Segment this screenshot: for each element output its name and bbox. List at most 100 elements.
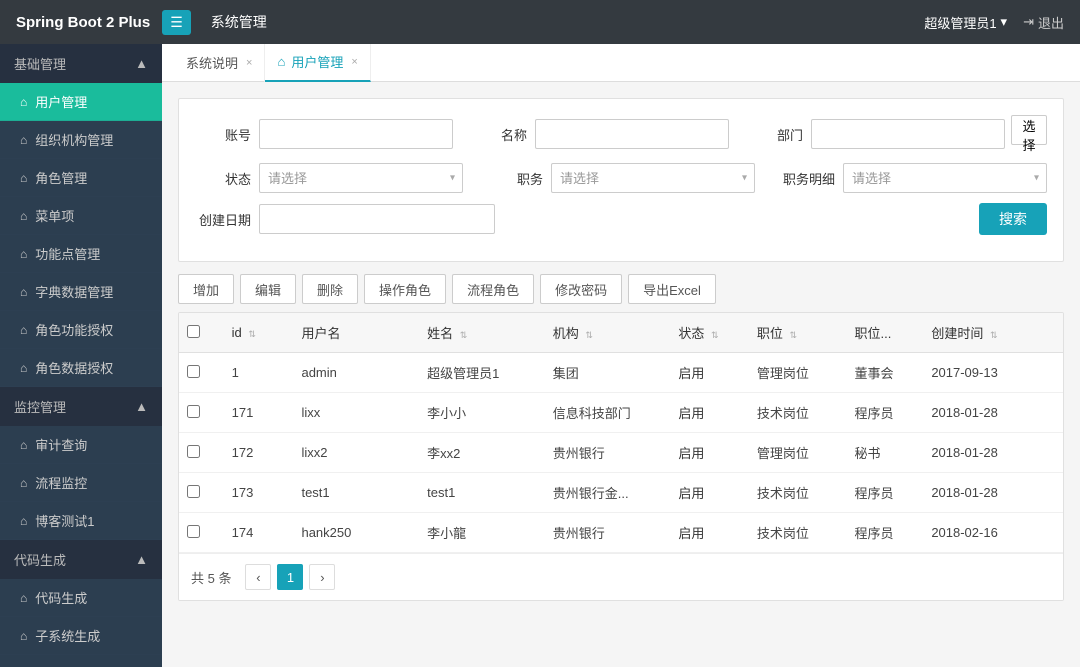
duty-select[interactable]: 请选择: [551, 163, 755, 193]
row-name: 超级管理员1: [419, 353, 545, 393]
pagination: 共 5 条 ‹ 1 ›: [179, 553, 1063, 600]
sort-name-icon: ⇅: [460, 330, 468, 340]
row-created: 2017-09-13: [923, 353, 1063, 393]
dept-select-button[interactable]: 选择: [1011, 115, 1047, 145]
duty-detail-select-wrapper: 请选择 ▾: [843, 163, 1047, 193]
sidebar-item-label: 审计查询: [35, 435, 87, 454]
tab-close-用户管理[interactable]: ×: [351, 56, 357, 68]
row-username: test1: [293, 473, 419, 513]
logout-button[interactable]: ⇥ 退出: [1023, 13, 1064, 32]
tab-label: 用户管理: [291, 52, 343, 71]
data-table-wrapper: id ⇅ 用户名 姓名 ⇅ 机构 ⇅ 状态 ⇅ 职位 ⇅ 职位... 创建时间 …: [178, 312, 1064, 601]
th-status[interactable]: 状态 ⇅: [670, 313, 748, 353]
action-btn-增加[interactable]: 增加: [178, 274, 234, 304]
row-status: 启用: [670, 513, 748, 553]
create-date-input[interactable]: [259, 204, 495, 234]
row-id: 172: [224, 433, 294, 473]
main-area: 基础管理▲⌂用户管理⌂组织机构管理⌂角色管理⌂菜单项⌂功能点管理⌂字典数据管理⌂…: [0, 44, 1080, 667]
action-btn-修改密码[interactable]: 修改密码: [540, 274, 622, 304]
sidebar-item-博客测试1[interactable]: ⌂博客测试1: [0, 502, 162, 540]
status-select[interactable]: 请选择: [259, 163, 463, 193]
sidebar-item-菜单项[interactable]: ⌂菜单项: [0, 197, 162, 235]
user-table: id ⇅ 用户名 姓名 ⇅ 机构 ⇅ 状态 ⇅ 职位 ⇅ 职位... 创建时间 …: [179, 313, 1063, 553]
account-input[interactable]: [259, 119, 453, 149]
sidebar-item-子系统生成[interactable]: ⌂子系统生成: [0, 617, 162, 655]
row-username: lixx2: [293, 433, 419, 473]
th-position[interactable]: 职位 ⇅: [749, 313, 847, 353]
row-org: 贵州银行: [545, 433, 671, 473]
user-menu[interactable]: 超级管理员1 ▾: [924, 13, 1007, 32]
dept-input[interactable]: [811, 119, 1005, 149]
row-checkbox[interactable]: [187, 525, 200, 538]
app-logo: Spring Boot 2 Plus: [16, 14, 150, 31]
sidebar-group-代码生成[interactable]: 代码生成▲: [0, 540, 162, 579]
sidebar-item-label: 代码生成: [35, 588, 87, 607]
action-btn-编辑[interactable]: 编辑: [240, 274, 296, 304]
row-jobdesc: 董事会: [847, 353, 924, 393]
table-row: 173 test1 test1 贵州银行金... 启用 技术岗位 程序员 201…: [179, 473, 1063, 513]
user-label: 超级管理员1: [924, 13, 996, 32]
tab-icon: ⌂: [277, 54, 285, 69]
row-jobdesc: 秘书: [847, 433, 924, 473]
action-btn-删除[interactable]: 删除: [302, 274, 358, 304]
action-btn-导出Excel[interactable]: 导出Excel: [628, 274, 716, 304]
sidebar-item-label: 角色数据授权: [35, 358, 113, 377]
sidebar-item-label: 角色管理: [35, 168, 87, 187]
sidebar-item-label: 功能点管理: [35, 244, 100, 263]
sidebar-item-审计查询[interactable]: ⌂ 审计查询: [0, 426, 162, 464]
header: Spring Boot 2 Plus ☰ 系统管理 超级管理员1 ▾ ⇥ 退出: [0, 0, 1080, 44]
row-checkbox[interactable]: [187, 405, 200, 418]
row-checkbox[interactable]: [187, 445, 200, 458]
sidebar: 基础管理▲⌂用户管理⌂组织机构管理⌂角色管理⌂菜单项⌂功能点管理⌂字典数据管理⌂…: [0, 44, 162, 667]
search-button[interactable]: 搜索: [979, 203, 1047, 235]
sidebar-item-角色管理[interactable]: ⌂角色管理: [0, 159, 162, 197]
sidebar-item-组织机构管理[interactable]: ⌂组织机构管理: [0, 121, 162, 159]
sidebar-group-arrow: ▲: [135, 56, 148, 71]
pagination-next[interactable]: ›: [309, 564, 335, 590]
sidebar-item-icon: ⌂: [20, 476, 27, 490]
row-position: 技术岗位: [749, 393, 847, 433]
sidebar-item-流程监控[interactable]: ⌂流程监控: [0, 464, 162, 502]
sort-time-icon: ⇅: [990, 330, 998, 340]
action-btn-流程角色[interactable]: 流程角色: [452, 274, 534, 304]
duty-detail-select[interactable]: 请选择: [843, 163, 1047, 193]
sidebar-item-icon: ⌂: [20, 438, 27, 452]
tab-close-系统说明[interactable]: ×: [246, 57, 252, 69]
pagination-prev[interactable]: ‹: [245, 564, 271, 590]
sidebar-item-icon: ⌂: [20, 361, 27, 375]
header-right: 超级管理员1 ▾ ⇥ 退出: [924, 13, 1064, 32]
tab-系统说明[interactable]: 系统说明×: [174, 44, 265, 82]
sidebar-group-基础管理[interactable]: 基础管理▲: [0, 44, 162, 83]
th-time[interactable]: 创建时间 ⇅: [923, 313, 1063, 353]
row-position: 管理岗位: [749, 353, 847, 393]
th-org[interactable]: 机构 ⇅: [545, 313, 671, 353]
sidebar-item-功能点管理[interactable]: ⌂功能点管理: [0, 235, 162, 273]
menu-toggle-button[interactable]: ☰: [162, 10, 191, 35]
row-status: 启用: [670, 473, 748, 513]
sidebar-item-label: 字典数据管理: [35, 282, 113, 301]
row-checkbox[interactable]: [187, 365, 200, 378]
name-input[interactable]: [535, 119, 729, 149]
sidebar-item-字典数据管理[interactable]: ⌂字典数据管理: [0, 273, 162, 311]
sidebar-group-监控管理[interactable]: 监控管理▲: [0, 387, 162, 426]
sidebar-item-代码生成[interactable]: ⌂代码生成: [0, 579, 162, 617]
sidebar-item-label: 角色功能授权: [35, 320, 113, 339]
th-id[interactable]: id ⇅: [224, 313, 294, 353]
duty-select-wrapper: 请选择 ▾: [551, 163, 755, 193]
select-all-checkbox[interactable]: [187, 325, 200, 338]
th-name[interactable]: 姓名 ⇅: [419, 313, 545, 353]
tab-用户管理[interactable]: ⌂ 用户管理 ×: [265, 44, 370, 82]
logout-label: 退出: [1038, 13, 1064, 32]
sidebar-item-icon: ⌂: [20, 133, 27, 147]
table-header-row: id ⇅ 用户名 姓名 ⇅ 机构 ⇅ 状态 ⇅ 职位 ⇅ 职位... 创建时间 …: [179, 313, 1063, 353]
pagination-page-1[interactable]: 1: [277, 564, 303, 590]
duty-detail-label: 职务明细: [779, 169, 835, 188]
sidebar-item-icon: ⌂: [20, 514, 27, 528]
sidebar-item-用户管理[interactable]: ⌂用户管理: [0, 83, 162, 121]
sidebar-item-角色功能授权[interactable]: ⌂角色功能授权: [0, 311, 162, 349]
row-checkbox[interactable]: [187, 485, 200, 498]
sidebar-item-角色数据授权[interactable]: ⌂ 角色数据授权: [0, 349, 162, 387]
row-org: 贵州银行金...: [545, 473, 671, 513]
action-btn-操作角色[interactable]: 操作角色: [364, 274, 446, 304]
row-checkbox-cell: [179, 353, 224, 393]
